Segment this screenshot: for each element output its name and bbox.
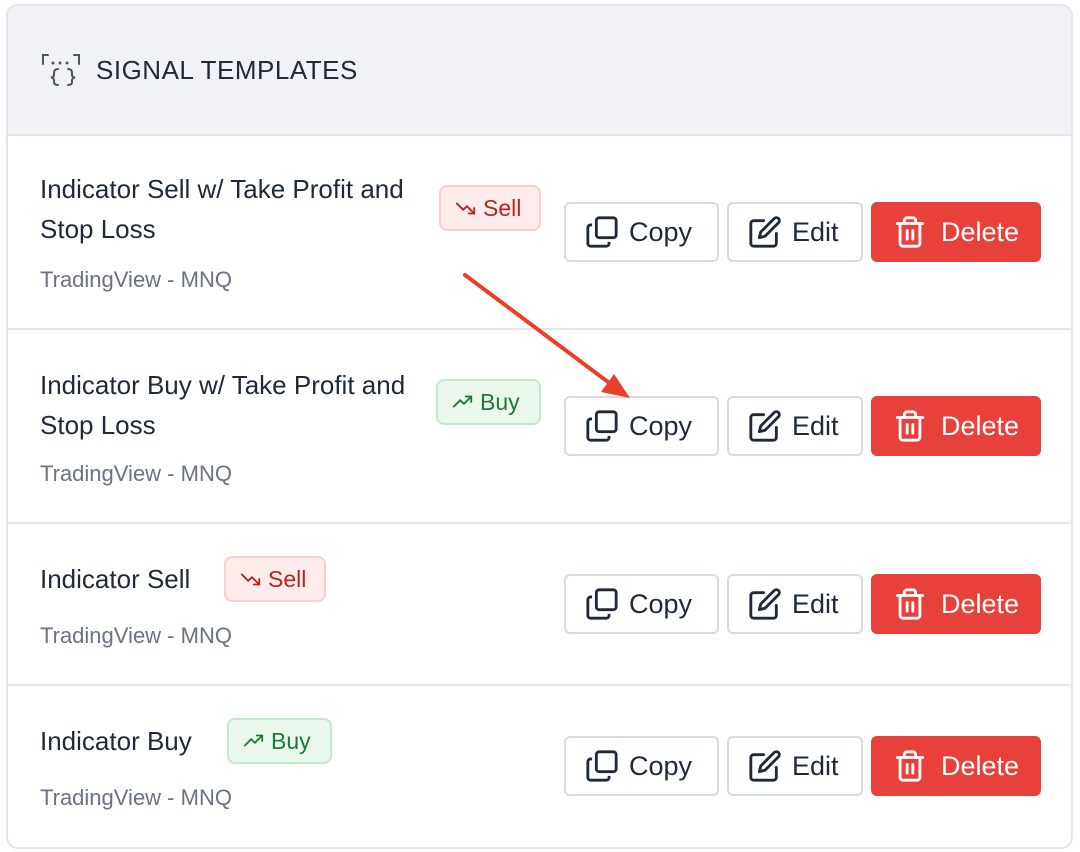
badge-label: Buy <box>480 388 520 415</box>
edit-label: Edit <box>792 216 839 247</box>
copy-icon <box>586 588 618 620</box>
panel-header: SIGNAL TEMPLATES <box>8 6 1071 136</box>
trending-up-icon <box>243 734 264 747</box>
delete-label: Delete <box>941 216 1020 247</box>
template-title: Indicator Sell <box>40 564 191 594</box>
edit-icon <box>749 750 781 782</box>
copy-button[interactable]: Copy <box>564 202 719 262</box>
copy-button[interactable]: Copy <box>564 396 719 456</box>
delete-label: Delete <box>941 750 1020 781</box>
edit-button[interactable]: Edit <box>727 736 863 796</box>
edit-icon <box>749 216 781 248</box>
signal-templates-panel: SIGNAL TEMPLATES Indicator Sell w/ Take … <box>6 4 1073 849</box>
delete-label: Delete <box>941 588 1020 619</box>
edit-button[interactable]: Edit <box>727 202 863 262</box>
buy-badge: Buy <box>227 718 332 764</box>
template-title: Indicator Buy w/ Take Profit and Stop Lo… <box>40 370 406 440</box>
copy-icon <box>586 410 618 442</box>
template-source: TradingView - MNQ <box>40 267 232 292</box>
buy-badge: Buy <box>436 379 541 425</box>
edit-icon <box>749 410 781 442</box>
copy-button[interactable]: Copy <box>564 736 719 796</box>
delete-button[interactable]: Delete <box>871 202 1041 262</box>
edit-button[interactable]: Edit <box>727 396 863 456</box>
template-row: Indicator Sell Sell TradingView - MNQ Co… <box>8 524 1071 686</box>
badge-label: Sell <box>483 194 522 221</box>
trash-icon <box>895 588 925 620</box>
template-source: TradingView - MNQ <box>40 461 232 486</box>
template-title: Indicator Sell w/ Take Profit and Stop L… <box>40 174 404 244</box>
template-row: Indicator Buy Buy TradingView - MNQ Copy… <box>8 686 1071 846</box>
panel-title: SIGNAL TEMPLATES <box>96 54 358 85</box>
badge-label: Sell <box>268 565 307 592</box>
trending-down-icon <box>455 202 476 215</box>
copy-icon <box>586 750 618 782</box>
edit-icon <box>749 588 781 620</box>
sell-badge: Sell <box>439 185 541 231</box>
template-row: Indicator Buy w/ Take Profit and Stop Lo… <box>8 330 1071 524</box>
trash-icon <box>895 750 925 782</box>
copy-label: Copy <box>629 410 693 441</box>
trending-down-icon <box>240 573 261 586</box>
edit-label: Edit <box>792 588 839 619</box>
template-source: TradingView - MNQ <box>40 785 232 810</box>
template-row: Indicator Sell w/ Take Profit and Stop L… <box>8 136 1071 330</box>
copy-button[interactable]: Copy <box>564 574 719 634</box>
delete-button[interactable]: Delete <box>871 574 1041 634</box>
copy-label: Copy <box>629 750 693 781</box>
copy-icon <box>586 216 618 248</box>
edit-label: Edit <box>792 410 839 441</box>
edit-button[interactable]: Edit <box>727 574 863 634</box>
delete-button[interactable]: Delete <box>871 736 1041 796</box>
badge-label: Buy <box>271 727 311 754</box>
code-braces-icon <box>40 52 82 88</box>
delete-button[interactable]: Delete <box>871 396 1041 456</box>
edit-label: Edit <box>792 750 839 781</box>
trash-icon <box>895 216 925 248</box>
copy-label: Copy <box>629 216 693 247</box>
template-title: Indicator Buy <box>40 726 192 756</box>
trending-up-icon <box>452 395 473 408</box>
template-source: TradingView - MNQ <box>40 623 232 648</box>
copy-label: Copy <box>629 588 693 619</box>
delete-label: Delete <box>941 410 1020 441</box>
sell-badge: Sell <box>224 556 326 602</box>
trash-icon <box>895 410 925 442</box>
